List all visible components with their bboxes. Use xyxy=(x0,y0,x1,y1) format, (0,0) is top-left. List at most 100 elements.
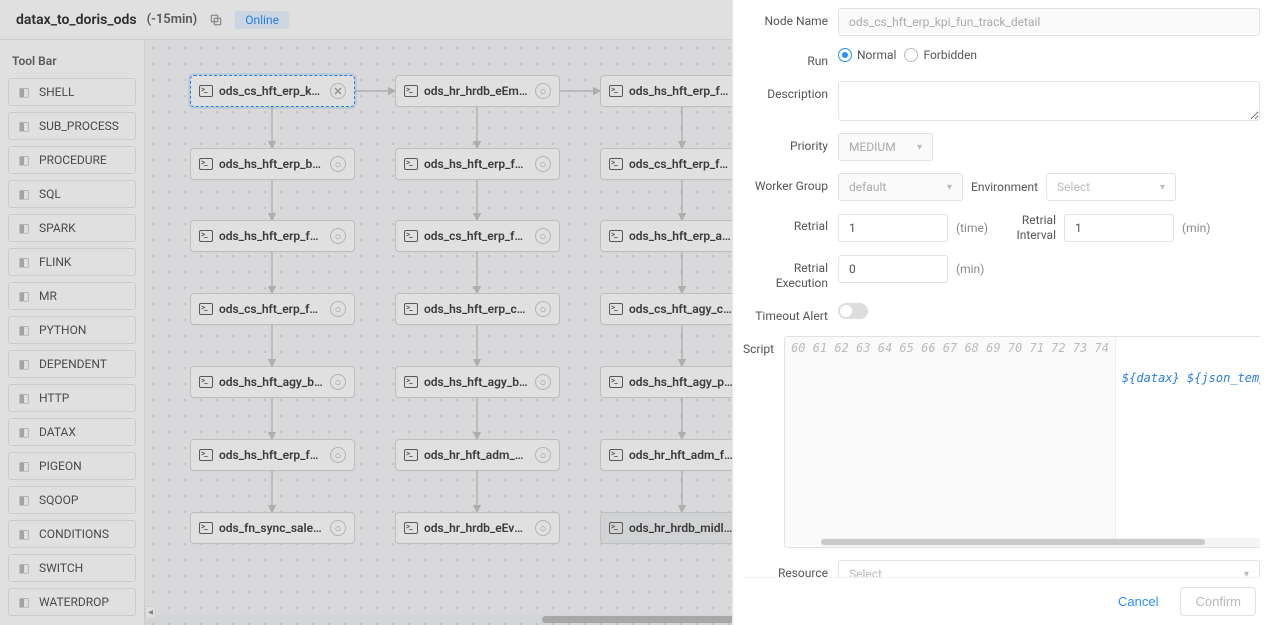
node-label: ods_fn_sync_sales_... xyxy=(219,521,324,535)
tool-item-shell[interactable]: ◧SHELL xyxy=(8,78,136,106)
environment-placeholder: Select xyxy=(1057,180,1090,194)
radio-dot-icon xyxy=(838,48,852,62)
shell-icon xyxy=(404,449,418,461)
node-label: ods_hs_hft_erp_fun... xyxy=(219,448,324,462)
description-textarea[interactable] xyxy=(838,81,1260,121)
tool-item-http[interactable]: ◧HTTP xyxy=(8,384,136,412)
shell-icon xyxy=(404,158,418,170)
run-forbidden-label: Forbidden xyxy=(923,48,977,62)
node-action-icon[interactable]: ○ xyxy=(330,301,346,317)
resource-select[interactable]: Select ▾ xyxy=(838,560,1260,577)
node-action-icon[interactable]: ○ xyxy=(535,520,551,536)
tool-item-dependent[interactable]: ◧DEPENDENT xyxy=(8,350,136,378)
tool-item-label: SQL xyxy=(39,187,61,201)
timeout-alert-switch[interactable] xyxy=(838,303,868,319)
tool-item-pigeon[interactable]: ◧PIGEON xyxy=(8,452,136,480)
workflow-node[interactable]: ods_hr_hrdb_eEvent... ○ xyxy=(395,512,560,544)
workflow-node[interactable]: ods_hs_hft_erp_cou...○ xyxy=(395,293,560,325)
workflow-node[interactable]: ods_hr_hrdb_eEmplo...○ xyxy=(395,75,560,107)
workflow-node[interactable]: ods_hs_hft_agy_bui...○ xyxy=(395,366,560,398)
priority-select[interactable]: MEDIUM ▾ xyxy=(838,133,933,161)
copy-icon[interactable] xyxy=(207,11,225,29)
shell-icon xyxy=(609,522,623,534)
tool-item-switch[interactable]: ◧SWITCH xyxy=(8,554,136,582)
node-action-icon[interactable]: ✕ xyxy=(330,83,346,99)
tool-item-sql[interactable]: ◧ SQL xyxy=(8,180,136,208)
tool-item-sqoop[interactable]: ◧SQOOP xyxy=(8,486,136,514)
tool-item-datax[interactable]: ◧DATAX xyxy=(8,418,136,446)
tool-item-waterdrop[interactable]: ◧WATERDROP xyxy=(8,588,136,616)
script-editor[interactable]: 60 61 62 63 64 65 66 67 68 69 70 71 72 7… xyxy=(784,336,1260,548)
node-action-icon[interactable]: ○ xyxy=(330,447,346,463)
node-label: ods_cs_hft_erp_fun... xyxy=(424,229,529,243)
node-action-icon[interactable]: ○ xyxy=(330,520,346,536)
node-action-icon[interactable]: ○ xyxy=(535,228,551,244)
tool-item-label: SQOOP xyxy=(39,493,78,507)
node-label: ods_hs_hft_agy_pre... xyxy=(629,375,734,389)
confirm-button[interactable]: Confirm xyxy=(1180,587,1256,616)
run-radio-normal[interactable]: Normal xyxy=(838,48,896,62)
shell-icon xyxy=(199,230,213,242)
resource-placeholder: Select xyxy=(849,567,882,577)
scrollbar-thumb[interactable] xyxy=(821,539,1205,545)
workflow-node[interactable]: ods_hs_hft_erp_fun...○ xyxy=(190,220,355,252)
retrial-interval-input[interactable] xyxy=(1064,214,1174,242)
worker-group-select[interactable]: default ▾ xyxy=(838,173,963,201)
node-label: ods_hs_hft_erp_fun... xyxy=(424,157,529,171)
retrial-execution-unit: (min) xyxy=(956,262,984,276)
workflow-node[interactable]: ods_cs_hft_erp_fun...○ xyxy=(190,293,355,325)
environment-select[interactable]: Select ▾ xyxy=(1046,173,1176,201)
workflow-node[interactable]: ods_hs_hft_agy_bui...○ xyxy=(190,366,355,398)
workflow-node[interactable]: ods_hs_hft_erp_fun... ○ xyxy=(395,148,560,180)
editor-horizontal-scrollbar[interactable] xyxy=(821,538,1260,547)
tool-item-label: DATAX xyxy=(39,425,76,439)
tool-item-procedure[interactable]: ◧PROCEDURE xyxy=(8,146,136,174)
shell-icon xyxy=(199,449,213,461)
shell-icon xyxy=(609,158,623,170)
cancel-button[interactable]: Cancel xyxy=(1106,588,1170,615)
node-action-icon[interactable]: ○ xyxy=(330,374,346,390)
label-node-name: Node Name xyxy=(743,8,828,29)
tool-item-label: MR xyxy=(39,289,57,303)
retrial-execution-input[interactable] xyxy=(838,255,948,283)
toolbar-title: Tool Bar xyxy=(8,48,136,78)
node-label: ods_hr_hrdb_eEvent... xyxy=(424,521,529,535)
run-radio-forbidden[interactable]: Forbidden xyxy=(904,48,977,62)
tool-item-conditions[interactable]: ◧CONDITIONS xyxy=(8,520,136,548)
tool-item-python[interactable]: ◧PYTHON xyxy=(8,316,136,344)
workflow-node[interactable]: ods_hs_hft_erp_fun... ○ xyxy=(190,439,355,471)
switch-icon: ◧ xyxy=(17,561,31,575)
retrial-interval-unit: (min) xyxy=(1182,221,1210,235)
tool-item-spark[interactable]: ◧SPARK xyxy=(8,214,136,242)
conditions-icon: ◧ xyxy=(17,527,31,541)
node-action-icon[interactable]: ○ xyxy=(535,156,551,172)
workflow-node[interactable]: ods_hr_hft_adm_ml_...○ xyxy=(395,439,560,471)
tool-item-flink[interactable]: ◧FLINK xyxy=(8,248,136,276)
shell-icon xyxy=(404,230,418,242)
python-icon: ◧ xyxy=(17,323,31,337)
workflow-node[interactable]: ods_fn_sync_sales_... ○ xyxy=(190,512,355,544)
code-body[interactable]: ${datax} ${json_temp} -p "-Djob_byte_siz… xyxy=(1116,337,1260,547)
node-action-icon[interactable]: ○ xyxy=(535,447,551,463)
node-action-icon[interactable]: ○ xyxy=(535,83,551,99)
retrial-input[interactable] xyxy=(838,214,948,242)
tool-item-label: DEPENDENT xyxy=(39,357,107,371)
tool-item-mr[interactable]: ◧MR xyxy=(8,282,136,310)
node-name-input[interactable] xyxy=(838,8,1260,36)
chevron-down-icon: ▾ xyxy=(1244,569,1249,578)
sql-icon: ◧ xyxy=(17,187,31,201)
collapse-sidebar-icon[interactable]: ◂ xyxy=(145,606,156,619)
workflow-node[interactable]: ods_cs_hft_erp_fun... ○ xyxy=(395,220,560,252)
node-action-icon[interactable]: ○ xyxy=(535,301,551,317)
tool-item-sub_process[interactable]: ◧SUB_PROCESS xyxy=(8,112,136,140)
workflow-node[interactable]: ods_hs_hft_erp_bui...○ xyxy=(190,148,355,180)
workflow-node[interactable]: ods_cs_hft_erp_kpi...✕ xyxy=(190,75,355,107)
node-action-icon[interactable]: ○ xyxy=(330,228,346,244)
node-label: ods_hs_hft_erp_aud... xyxy=(629,229,734,243)
node-action-icon[interactable]: ○ xyxy=(330,156,346,172)
node-action-icon[interactable]: ○ xyxy=(535,374,551,390)
tool-item-label: SUB_PROCESS xyxy=(39,119,119,133)
node-label: ods_hs_hft_erp_fun... xyxy=(629,84,734,98)
shell-icon xyxy=(199,303,213,315)
radio-dot-icon xyxy=(904,48,918,62)
